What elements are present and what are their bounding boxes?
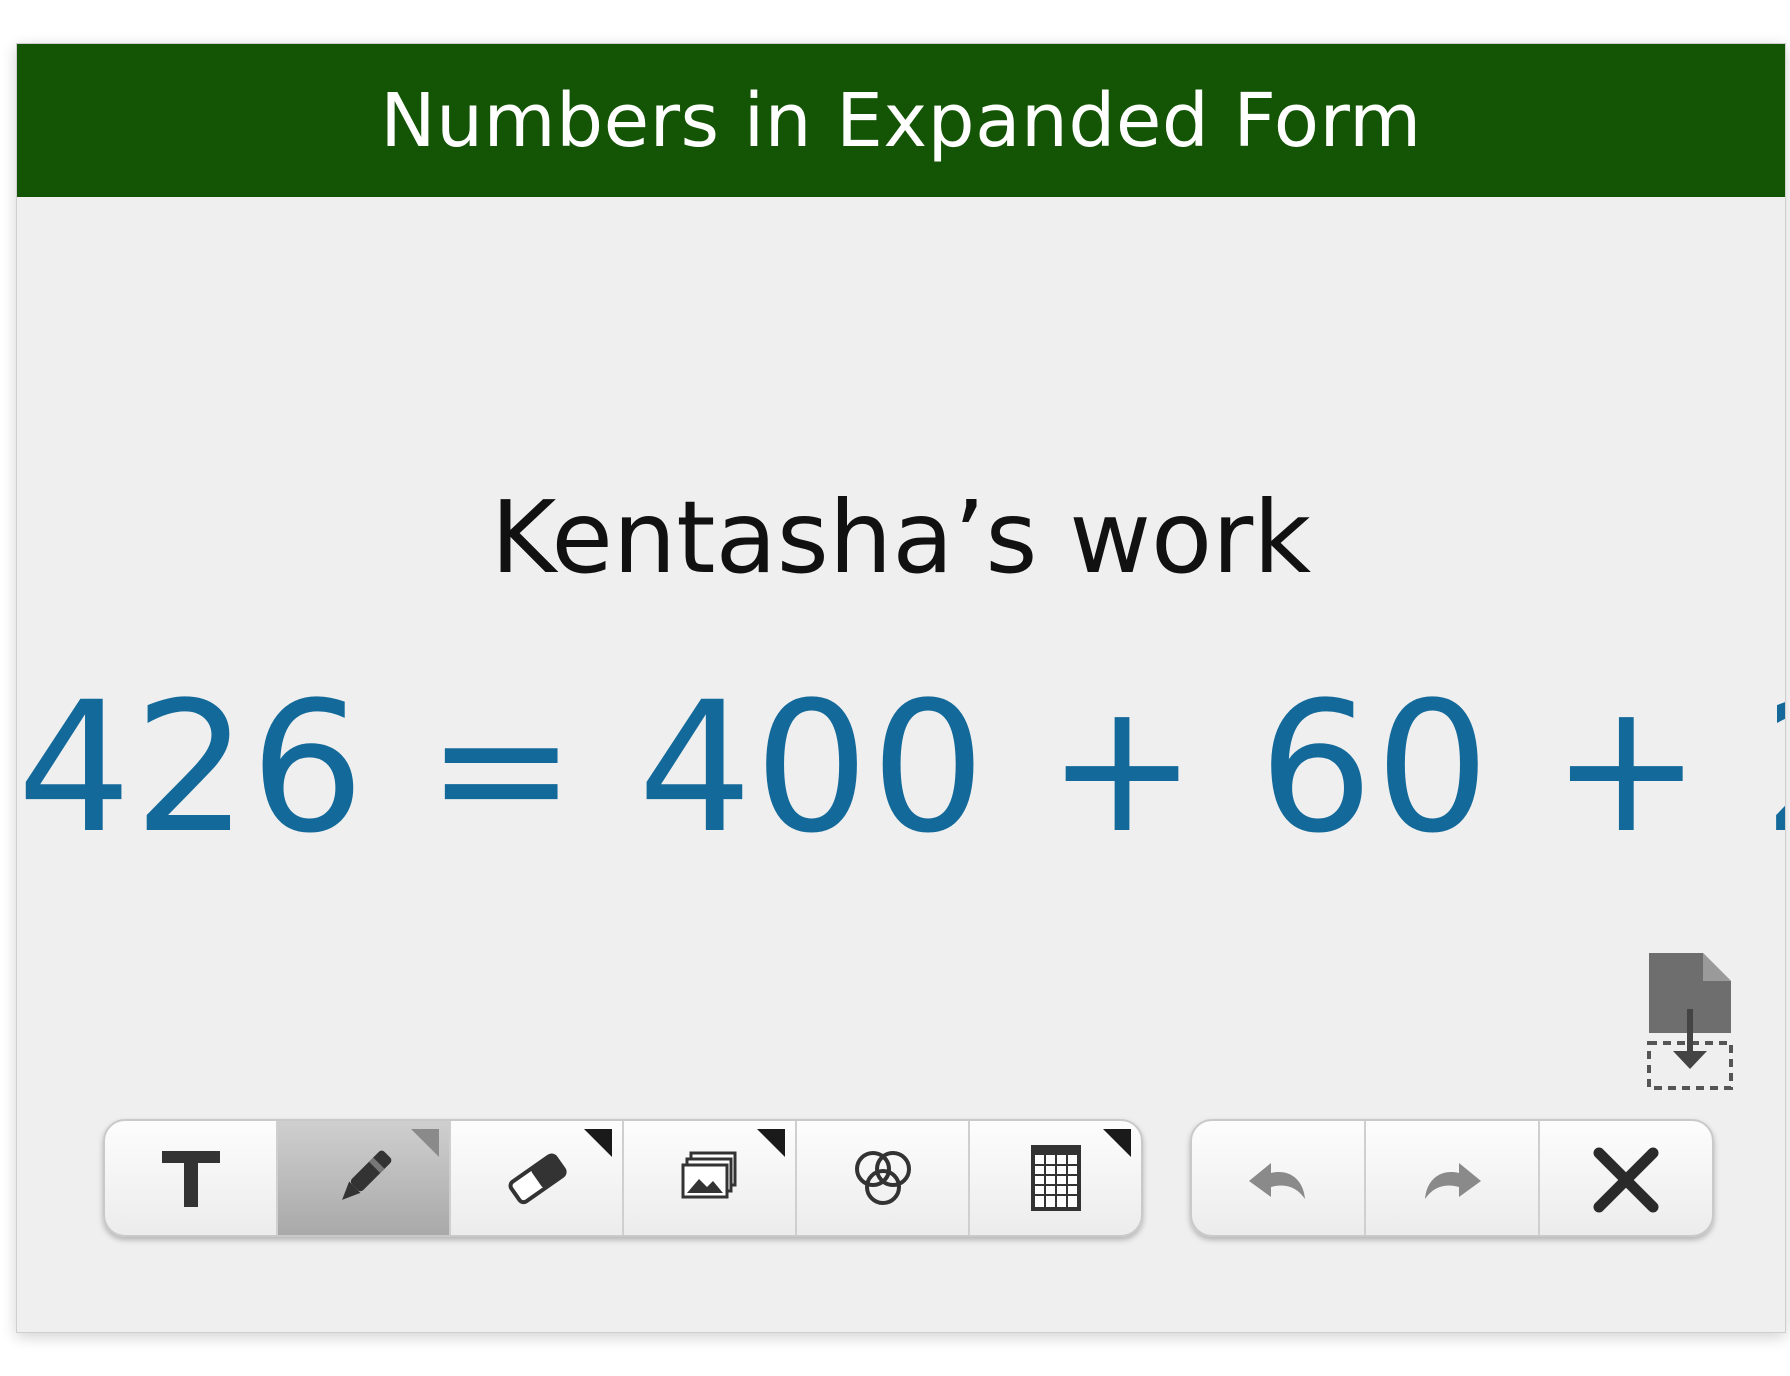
close-x-icon [1593,1147,1659,1213]
history-toolbar [1190,1119,1714,1237]
eraser-tool-button[interactable] [451,1121,624,1235]
grid-menu-indicator [1103,1129,1131,1157]
image-menu-indicator [757,1129,785,1157]
page-title: Numbers in Expanded Form [380,77,1422,164]
pen-icon [341,1150,391,1200]
clear-button[interactable] [1540,1121,1712,1235]
undo-arrow-icon [1249,1163,1305,1199]
image-stack-icon [681,1151,736,1199]
redo-arrow-icon [1425,1163,1481,1199]
shapes-tool-button[interactable] [797,1121,970,1235]
grid-table-icon [1030,1145,1081,1211]
eraser-icon [508,1153,567,1205]
text-t-icon [161,1151,220,1207]
pen-menu-indicator [411,1129,439,1157]
expanded-form-equation: 426 = 400 + 60 + 2 [17,664,1786,873]
header-bar: Numbers in Expanded Form [17,44,1785,197]
text-tool-button[interactable] [105,1121,278,1235]
grid-tool-button[interactable] [970,1121,1141,1235]
file-download-icon [1647,953,1733,1090]
venn-circles-icon [854,1151,911,1205]
drawing-toolbar [103,1119,1143,1237]
eraser-menu-indicator [584,1129,612,1157]
redo-button[interactable] [1366,1121,1540,1235]
export-button[interactable] [1645,951,1735,1091]
slide-subtitle: Kentasha’s work [490,479,1312,596]
pen-tool-button[interactable] [278,1121,451,1235]
image-tool-button[interactable] [624,1121,797,1235]
undo-button[interactable] [1192,1121,1366,1235]
